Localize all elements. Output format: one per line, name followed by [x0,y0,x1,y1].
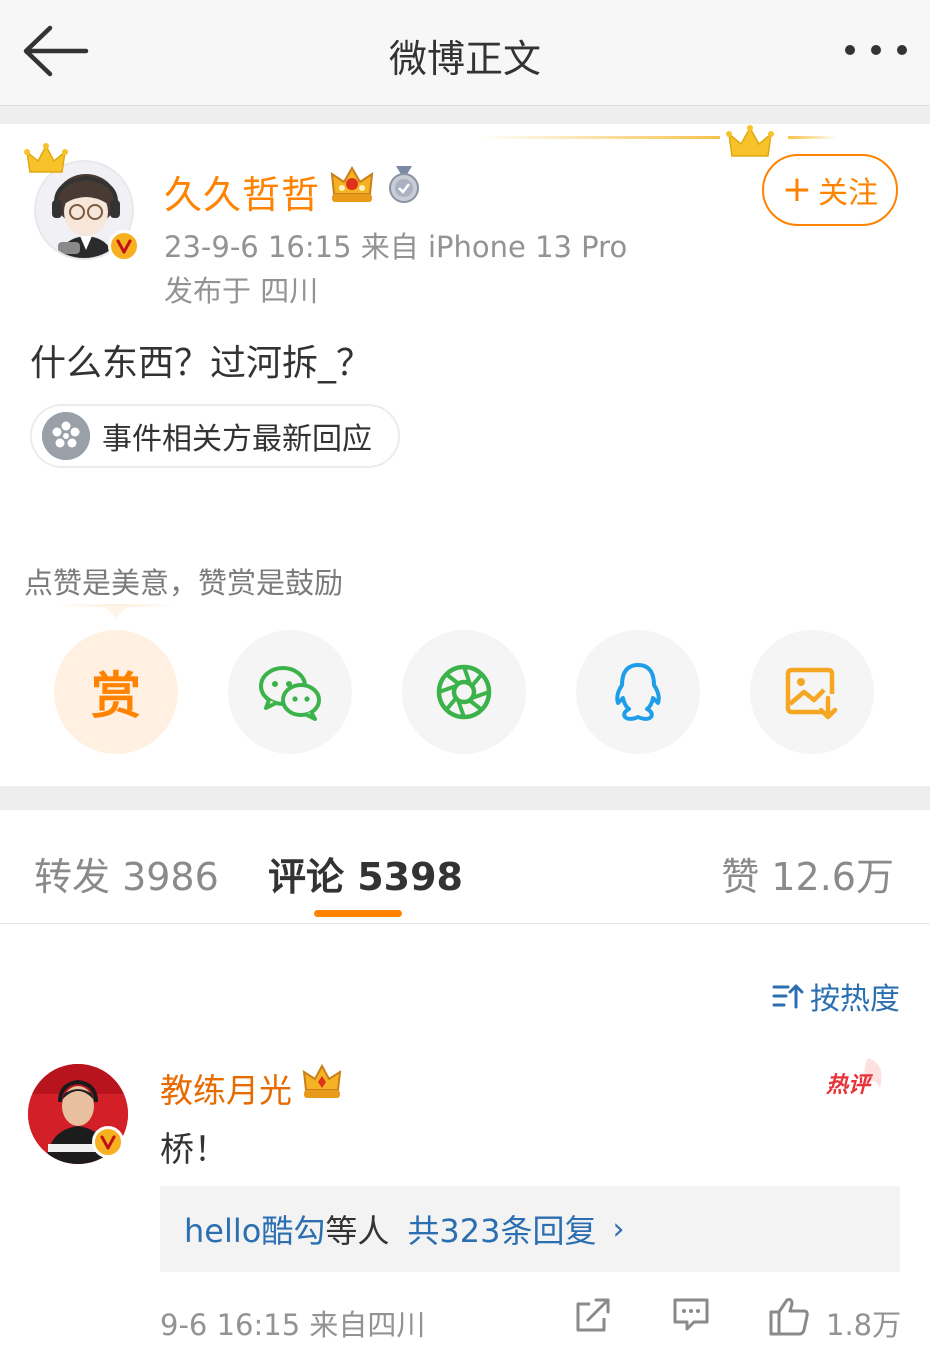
reply-names[interactable]: hello酷勾 [184,1206,325,1252]
tab-likes[interactable]: 赞 12.6万 [721,846,894,901]
verified-badge-icon [108,230,140,262]
author-avatar[interactable] [24,142,144,262]
tab-reposts[interactable]: 转发 3986 [34,846,219,901]
medal-icon[interactable] [386,164,422,204]
section-divider [0,786,930,810]
verified-badge-icon [92,1126,124,1158]
wechat-icon [259,666,321,721]
topic-chip-label: 事件相关方最新回应 [102,422,372,457]
decoration-line [788,136,838,139]
topic-chip[interactable]: 事件相关方最新回应 [30,404,400,468]
reply-summary[interactable]: hello酷勾 等人 共323条回复 › [160,1186,900,1272]
comment-item: 教练月光 热评 桥！ hello酷勾 等人 共323条回复 › 9-6 16:1… [0,1040,930,1357]
post-text: 什么东西？过河拆_？ [30,343,373,384]
more-dots-icon[interactable] [844,38,908,62]
reward-label: 赏 [91,667,141,725]
topic-icon [42,412,90,460]
sort-by-hot-button[interactable]: 按热度 [772,974,900,1018]
crown-icon [24,142,68,182]
share-qq-button[interactable] [576,630,700,754]
post-card: 久久哲哲 23-9-6 16:15 来自 iPhone 13 Pro 发布于 四… [0,124,930,786]
commenter-avatar[interactable] [28,1064,138,1174]
post-meta: 23-9-6 16:15 来自 iPhone 13 Pro [164,230,628,264]
section-divider [0,106,930,124]
sort-label: 按热度 [810,982,900,1017]
plus-icon: + [781,169,813,210]
save-image-icon [785,667,838,720]
sort-icon [772,984,804,1009]
decoration-line [480,136,720,139]
chevron-right-icon: › [612,1211,625,1247]
author-name[interactable]: 久久哲哲 [164,164,320,219]
hot-comment-badge: 热评 [822,1054,892,1104]
follow-button[interactable]: + 关注 [762,154,898,226]
qq-icon [615,663,661,721]
share-moments-button[interactable] [402,630,526,754]
comment-text: 桥！ [160,1130,228,1170]
vip-crown-icon[interactable] [328,164,376,206]
commenter-name[interactable]: 教练月光 [160,1064,292,1112]
top-nav-bar: 微博正文 [0,0,930,106]
active-tab-indicator [314,910,402,917]
vip-crown-icon[interactable] [300,1062,344,1102]
share-wechat-button[interactable] [228,630,352,754]
repost-icon[interactable] [574,1296,612,1338]
reward-hint: 点赞是美意，赞赏是鼓励 [24,566,344,600]
like-icon[interactable] [768,1296,810,1340]
comment-icon[interactable] [672,1296,710,1338]
moments-icon [436,664,492,720]
tab-comments[interactable]: 评论 5398 [268,846,463,901]
page-title: 微博正文 [388,37,541,81]
reward-button[interactable]: 赏 [54,630,178,754]
hot-badge-text: 热评 [825,1073,874,1098]
save-image-button[interactable] [750,630,874,754]
like-count: 1.8万 [826,1308,902,1342]
comment-meta: 9-6 16:15 来自四川 [160,1308,426,1342]
reply-etc: 等人 [325,1212,390,1250]
follow-label: 关注 [818,176,879,211]
reply-count[interactable]: 共323条回复 [407,1206,596,1252]
post-location: 发布于 四川 [164,274,319,308]
crown-icon [726,124,774,164]
tab-bar: 转发 3986 评论 5398 赞 12.6万 [0,810,930,924]
hint-caret [104,606,128,618]
